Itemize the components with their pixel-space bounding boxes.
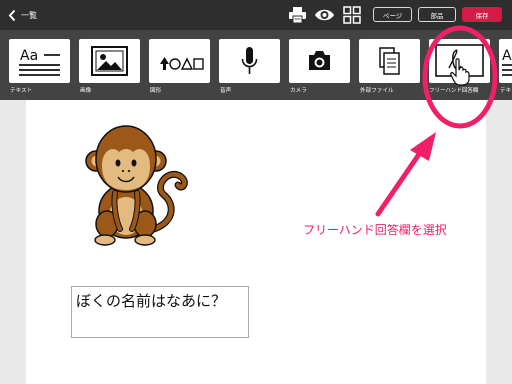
external-file-tool-button[interactable] [359,39,420,83]
shapes-tool-button[interactable] [149,39,210,83]
tool-label-camera: カメラ [290,88,307,94]
tool-label-image: 画像 [80,88,92,94]
tool-label-shapes: 図形 [150,88,162,94]
camera-icon [309,51,330,70]
annotation-label: フリーハンド回答欄を選択 [303,223,447,237]
preview-eye-icon[interactable] [314,6,335,24]
image-icon [91,46,128,76]
text-icon: A [502,48,512,76]
answer-text-box[interactable]: ぼくの名前はなあに？ [71,286,249,338]
back-label: 一覧 [21,10,37,20]
svg-text:A: A [502,48,512,64]
selection-highlight-circle [422,25,498,129]
shapes-icon [160,57,204,70]
external-file-icon [379,47,400,75]
monkey-illustration[interactable] [84,121,194,249]
question-text: ぼくの名前はなあに？ [76,292,227,310]
grid-view-icon[interactable] [343,6,361,24]
tool-label-audio: 音声 [220,88,232,94]
chevron-left-icon [8,9,16,21]
tool-label-text: テキスト [10,88,33,94]
tool-label-text-partial: テキ [500,88,512,94]
tool-label-external-file: 外部ファイル [360,88,394,94]
back-to-list-button[interactable]: 一覧 [8,7,37,23]
microphone-icon [241,47,258,74]
save-button[interactable]: 保存 [462,7,502,22]
text-tool-button[interactable]: Aa [9,39,70,83]
page-button[interactable]: ページ [373,7,412,22]
text-icon: Aa [19,48,60,76]
svg-text:Aa: Aa [20,48,38,64]
annotation-arrow [375,132,436,217]
partial-text-tool-button[interactable]: A [499,39,512,83]
audio-tool-button[interactable] [219,39,280,83]
printer-icon[interactable] [288,6,307,24]
camera-tool-button[interactable] [289,39,350,83]
image-tool-button[interactable] [79,39,140,83]
parts-button[interactable]: 部品 [418,7,456,22]
